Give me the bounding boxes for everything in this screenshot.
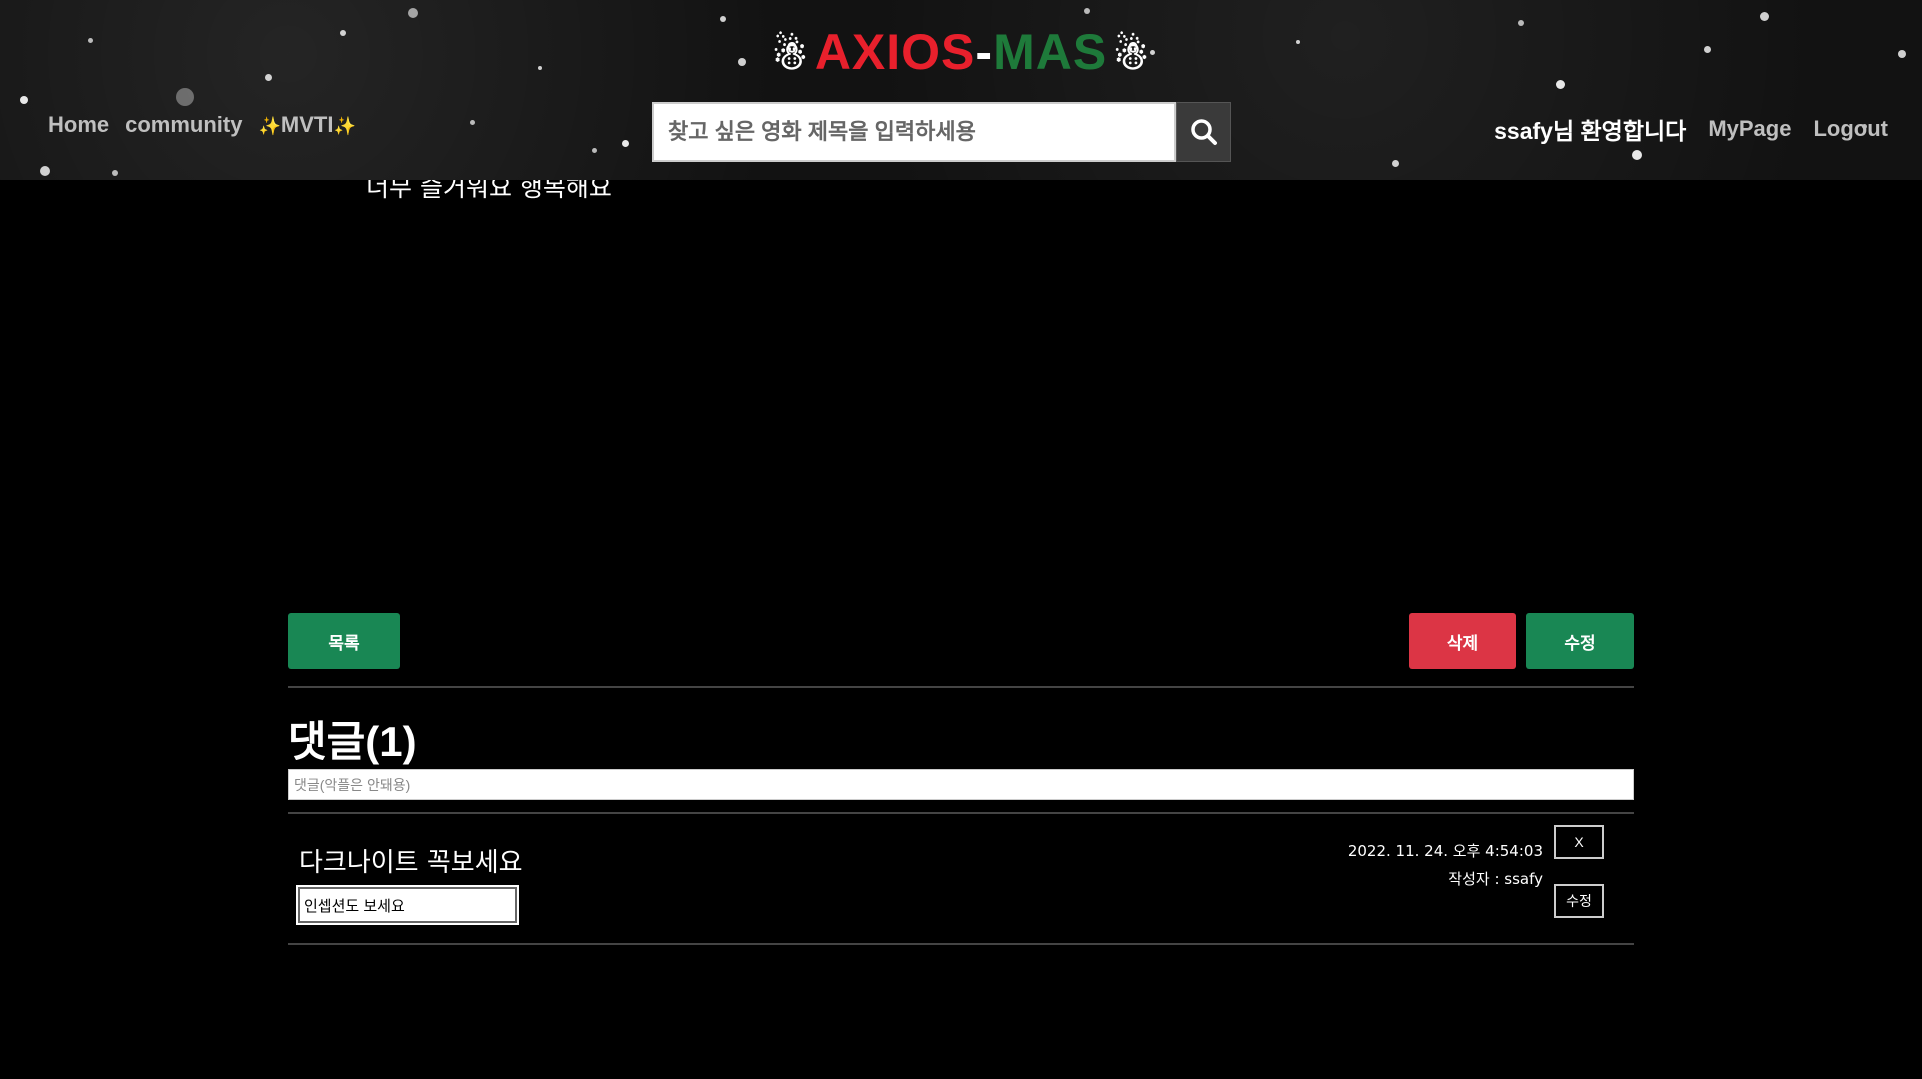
sparkle-icon: ✨ [333,116,356,136]
site-logo[interactable]: ☃ AXIOS-MAS ☃ [0,22,1922,86]
delete-button[interactable]: 삭제 [1409,613,1516,669]
nav-mvti-link[interactable]: ✨MVTI✨ [258,112,355,138]
comment-input[interactable] [288,769,1634,800]
header: ☃AXIOS-MAS☃ Home community ✨MVTI✨ ssafy님… [0,0,1922,180]
search-button[interactable] [1176,102,1231,162]
comment-edit-input[interactable] [296,885,519,925]
logout-link[interactable]: Logout [1813,116,1888,142]
welcome-text: ssafy님 환영합니다 [1494,118,1687,144]
divider [288,812,1634,814]
comment-edit-button[interactable]: 수정 [1554,884,1604,918]
nav-community-link[interactable]: community [125,112,242,138]
nav-home-link[interactable]: Home [48,112,109,138]
comment-content: 다크나이트 꼭보세요 [299,848,523,878]
user-nav: ssafy님 환영합니다 MyPage Logout [1494,112,1888,146]
mypage-link[interactable]: MyPage [1708,116,1791,142]
search-bar [652,102,1231,162]
edit-button[interactable]: 수정 [1526,613,1634,669]
sparkle-icon: ✨ [258,116,281,136]
search-input[interactable] [652,102,1176,162]
search-icon [1190,119,1217,145]
list-button[interactable]: 목록 [288,613,400,669]
divider [288,943,1634,945]
snowman-icon: ☃ [771,33,809,78]
divider [288,686,1634,688]
comment-date: 2022. 11. 24. 오후 4:54:03 [1347,842,1543,860]
main-nav: Home community ✨MVTI✨ [48,112,356,138]
snowman-icon: ☃ [1113,33,1151,78]
comments-title: 댓글(1) [288,718,417,765]
comment-delete-button[interactable]: X [1554,825,1604,859]
comment-author: 작성자 : ssafy [1448,870,1543,888]
